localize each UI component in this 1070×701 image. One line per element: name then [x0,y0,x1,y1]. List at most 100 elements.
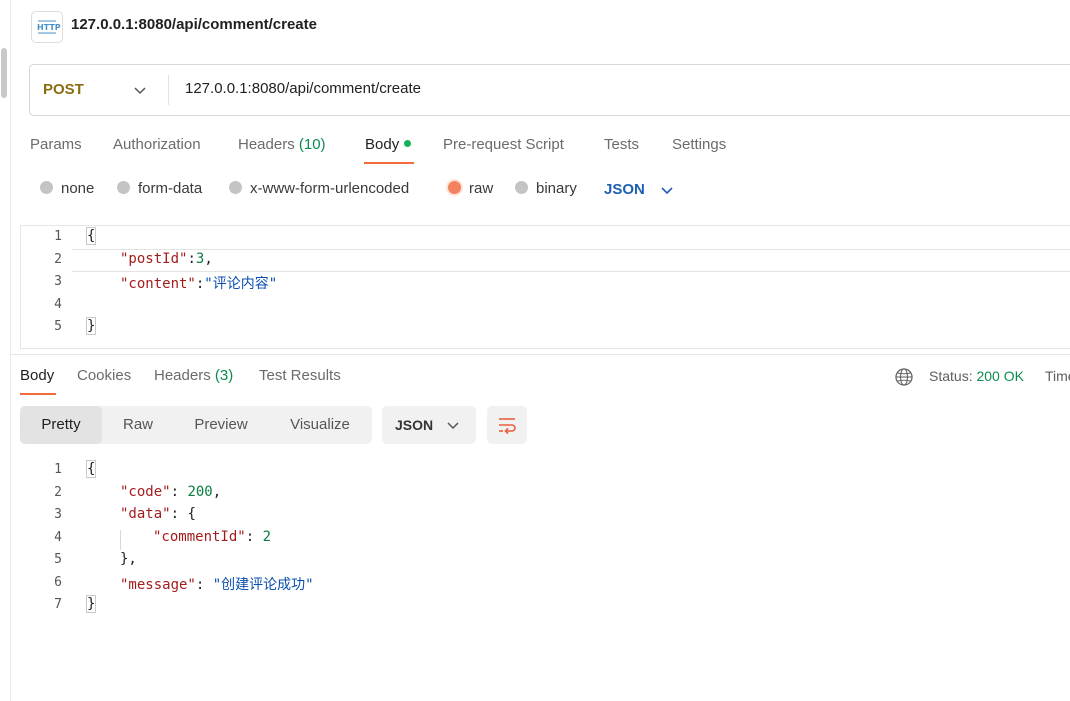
response-tab-body[interactable]: Body [20,367,54,384]
view-preview-button[interactable]: Preview [180,406,262,444]
tab-params[interactable]: Params [30,136,82,153]
radio-circle[interactable] [117,180,130,194]
tab-authorization[interactable]: Authorization [113,136,201,153]
json-key: "content" [120,276,196,292]
line-number: 2 [54,485,62,500]
view-visualize-button[interactable]: Visualize [276,406,364,444]
headers-count: (10) [298,136,326,153]
code-line: "commentId": 2 [153,529,271,545]
json-colon: : [170,484,188,500]
radio-raw[interactable]: raw [448,180,493,200]
response-tab-cookies[interactable]: Cookies [77,367,131,384]
response-tab-test-results[interactable]: Test Results [259,367,341,384]
tab-tests[interactable]: Tests [604,136,639,153]
time-label: Time [1045,368,1070,384]
headers-count: (3) [214,367,234,384]
json-string: "创建评论成功" [212,577,314,593]
close-brace: } [85,317,97,335]
json-colon: : [245,529,263,545]
section-divider[interactable] [10,354,1070,355]
http-request-icon: HTTP [31,11,63,43]
tab-settings[interactable]: Settings [672,136,726,153]
response-tab-headers[interactable]: Headers (3) [154,367,233,384]
view-pretty-button[interactable]: Pretty [20,406,102,444]
code-line: "content":"评论内容" [120,273,277,293]
json-key: "postId" [120,251,188,267]
active-tab-underline [364,162,414,164]
scrollbar-thumb[interactable] [1,48,7,98]
wrap-lines-icon [499,418,516,435]
active-tab-underline [20,393,56,395]
radio-binary[interactable]: binary [515,180,577,200]
radio-circle-selected[interactable] [448,180,461,194]
close-brace: } [85,595,97,613]
json-colon: : [195,577,213,593]
radio-none[interactable]: none [40,180,94,200]
tab-label: Settings [672,136,727,153]
radio-label: raw [469,180,494,197]
active-line-highlight [72,249,1070,272]
json-number: 200 [187,484,213,500]
json-comma: , [212,484,222,500]
radio-x-www-form-urlencoded[interactable]: x-www-form-urlencoded [229,180,409,200]
code-line: { [85,227,97,245]
tab-label: Tests [604,136,640,153]
tab-label: Pre-request Script [443,136,564,153]
json-colon: : [170,506,188,522]
method-select[interactable]: POST [43,81,84,98]
json-key: "message" [120,577,196,593]
tab-pre-request-script[interactable]: Pre-request Script [443,136,564,153]
tab-label: Authorization [113,136,201,153]
left-scroll-strip [0,0,11,701]
radio-label: x-www-form-urlencoded [250,180,410,197]
tab-label: Params [30,136,82,153]
json-key: "data" [120,506,171,522]
line-number: 6 [54,575,62,590]
svg-text:HTTP: HTTP [37,23,61,32]
line-number: 1 [54,229,62,244]
tab-body[interactable]: Body [365,136,412,153]
json-brace: }, [120,551,137,567]
code-line: }, [120,551,137,567]
body-format-select[interactable]: JSON [604,181,645,198]
tab-label: Headers [154,367,211,384]
json-number: 2 [262,529,272,545]
chevron-down-icon[interactable] [446,418,460,432]
code-line: { [85,460,97,478]
line-number: 2 [54,252,62,267]
url-input[interactable]: 127.0.0.1:8080/api/comment/create [185,80,421,97]
status-value: 200 OK [976,368,1024,384]
tab-label: Headers [238,136,295,153]
chevron-down-icon[interactable] [133,83,147,97]
url-divider [168,75,169,105]
radio-label: none [61,180,95,197]
code-line: "message": "创建评论成功" [120,574,314,594]
body-indicator-dot [404,139,412,147]
radio-circle[interactable] [40,180,53,194]
json-key: "commentId" [153,529,246,545]
code-line: } [85,317,97,335]
tab-label: Body [365,136,400,153]
view-raw-button[interactable]: Raw [108,406,168,444]
chevron-down-icon[interactable] [660,183,674,197]
json-key: "code" [120,484,171,500]
line-number: 5 [54,552,62,567]
wrap-lines-button[interactable] [487,406,527,444]
line-number: 1 [54,462,62,477]
line-number: 4 [54,530,62,545]
radio-label: binary [536,180,577,197]
json-brace: { [187,506,196,522]
status-label: Status: [929,368,973,384]
code-line: "data": { [120,506,196,522]
radio-form-data[interactable]: form-data [117,180,202,200]
code-line: "code": 200, [120,484,221,500]
json-colon: : [187,251,196,267]
line-number: 7 [54,597,62,612]
globe-icon[interactable] [894,367,914,387]
radio-circle[interactable] [229,180,242,194]
tab-headers[interactable]: Headers (10) [238,136,326,153]
open-brace: { [85,227,97,245]
radio-circle[interactable] [515,180,528,194]
line-number: 4 [54,297,62,312]
radio-label: form-data [138,180,203,197]
